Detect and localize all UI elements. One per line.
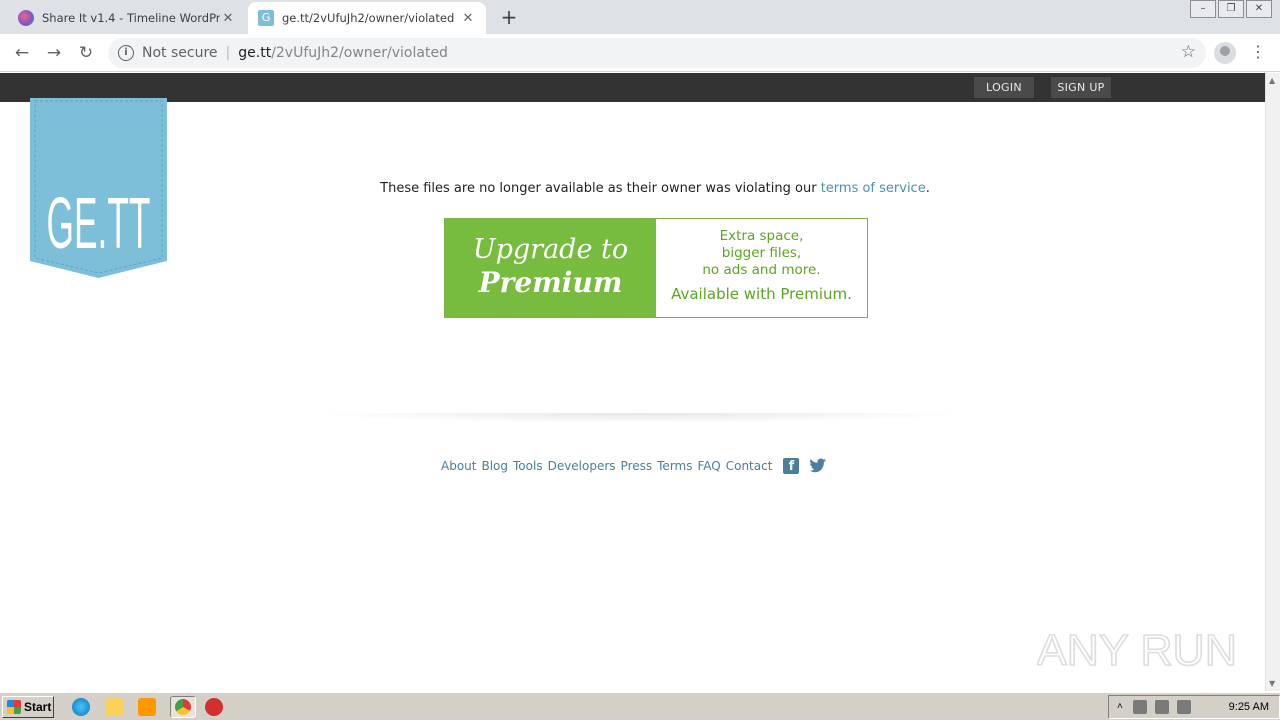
address-bar[interactable]: i Not secure | ge.tt/2vUfuJh2/owner/viol… [108, 38, 1206, 68]
opera-icon[interactable] [205, 698, 223, 716]
volume-icon[interactable] [1155, 700, 1169, 714]
chrome-icon [175, 699, 191, 715]
footer-link-tools[interactable]: Tools [513, 459, 543, 473]
tab-title: ge.tt/2vUfuJh2/owner/violated [282, 11, 455, 25]
tab-share-it[interactable]: Share It v1.4 - Timeline WordPress T ✕ [8, 2, 246, 34]
media-player-icon[interactable] [138, 698, 156, 716]
action-center-flag-icon[interactable] [1177, 700, 1191, 714]
twitter-icon[interactable] [809, 458, 827, 474]
bookmark-star-icon[interactable]: ☆ [1181, 42, 1196, 62]
benefits-list: Extra space, bigger files, no ads and mo… [656, 228, 867, 279]
network-icon[interactable] [1133, 700, 1147, 714]
security-label: Not secure [142, 45, 218, 61]
footer-link-terms[interactable]: Terms [657, 459, 692, 473]
window-close-icon[interactable]: ✕ [1246, 0, 1272, 18]
benefit-item: no ads and more. [702, 262, 821, 278]
start-button[interactable]: Start [2, 696, 54, 718]
anyrun-watermark: ANY RUN [1037, 625, 1237, 676]
minimize-icon[interactable]: – [1190, 0, 1216, 18]
footer-link-blog[interactable]: Blog [481, 459, 508, 473]
benefit-item: bigger files, [721, 245, 802, 261]
clock-time[interactable]: 9:25 AM [1229, 701, 1269, 713]
site-top-bar: LOGIN SIGN UP [0, 73, 1265, 102]
message-text: These files are no longer available as t… [380, 181, 821, 196]
footer-link-faq[interactable]: FAQ [697, 459, 720, 473]
tray-expand-icon[interactable]: ˄ [1117, 700, 1125, 714]
upgrade-premium-button[interactable]: Upgrade to Premium [445, 219, 656, 317]
benefit-item: Extra space, [719, 228, 804, 244]
upgrade-premium-banner[interactable]: Upgrade to Premium Extra space, bigger f… [444, 218, 868, 318]
scroll-down-icon[interactable]: ▼ [1269, 679, 1275, 688]
system-tray: ˄ 9:25 AM [1108, 695, 1280, 719]
close-icon[interactable]: ✕ [220, 11, 236, 26]
windows-taskbar: Start ˄ 9:25 AM [0, 692, 1280, 720]
upgrade-line1: Upgrade to [472, 234, 629, 265]
tab-gett[interactable]: G ge.tt/2vUfuJh2/owner/violated ✕ [248, 2, 486, 34]
internet-explorer-icon[interactable] [72, 698, 90, 716]
premium-tagline: Available with Premium. [671, 285, 852, 303]
footer-link-contact[interactable]: Contact [726, 459, 773, 473]
profile-avatar-icon[interactable] [1214, 42, 1236, 64]
site-favicon-icon [18, 10, 34, 26]
info-icon[interactable]: i [118, 45, 134, 61]
watermark-text: ANY RUN [1037, 626, 1237, 675]
gett-favicon-icon: G [258, 10, 274, 26]
omnibox-separator: | [225, 45, 231, 61]
footer-divider [310, 413, 970, 423]
page-viewport: LOGIN SIGN UP GE.TT These files are no l… [0, 73, 1265, 691]
file-explorer-icon[interactable] [105, 698, 123, 716]
new-tab-button[interactable]: + [498, 6, 520, 28]
facebook-icon[interactable]: f [783, 458, 800, 474]
browser-tab-strip: Share It v1.4 - Timeline WordPress T ✕ G… [0, 0, 1280, 34]
restore-icon[interactable]: ❐ [1218, 0, 1244, 18]
tab-title: Share It v1.4 - Timeline WordPress T [42, 11, 220, 25]
chrome-taskbar-button[interactable] [170, 696, 196, 718]
forward-arrow-icon[interactable]: → [44, 43, 64, 63]
signup-button[interactable]: SIGN UP [1051, 77, 1111, 98]
kebab-menu-icon[interactable]: ⋮ [1250, 42, 1266, 61]
footer-nav: About Blog Tools Developers Press Terms … [441, 457, 827, 475]
footer-link-developers[interactable]: Developers [548, 459, 616, 473]
violation-message: These files are no longer available as t… [0, 181, 1265, 196]
windows-flag-icon [7, 700, 21, 714]
logo-text: GE.TT [47, 184, 151, 264]
upgrade-line2: Premium [478, 266, 623, 299]
url-host: ge.tt [238, 45, 272, 61]
window-controls: – ❐ ✕ [1188, 0, 1272, 18]
start-label: Start [24, 700, 52, 714]
login-button[interactable]: LOGIN [974, 77, 1034, 98]
footer-link-press[interactable]: Press [621, 459, 653, 473]
url-path: /2vUfuJh2/owner/violated [271, 45, 448, 61]
browser-toolbar: ← → ↻ i Not secure | ge.tt/2vUfuJh2/owne… [0, 34, 1280, 72]
close-icon[interactable]: ✕ [460, 11, 476, 26]
back-arrow-icon[interactable]: ← [12, 43, 32, 63]
terms-of-service-link[interactable]: terms of service [821, 181, 926, 196]
scroll-up-icon[interactable]: ▲ [1269, 76, 1275, 85]
vertical-scrollbar[interactable]: ▲ ▼ [1265, 73, 1280, 691]
message-period: . [925, 181, 930, 196]
reload-icon[interactable]: ↻ [76, 43, 96, 63]
footer-link-about[interactable]: About [441, 459, 476, 473]
premium-benefits: Extra space, bigger files, no ads and mo… [656, 219, 867, 317]
